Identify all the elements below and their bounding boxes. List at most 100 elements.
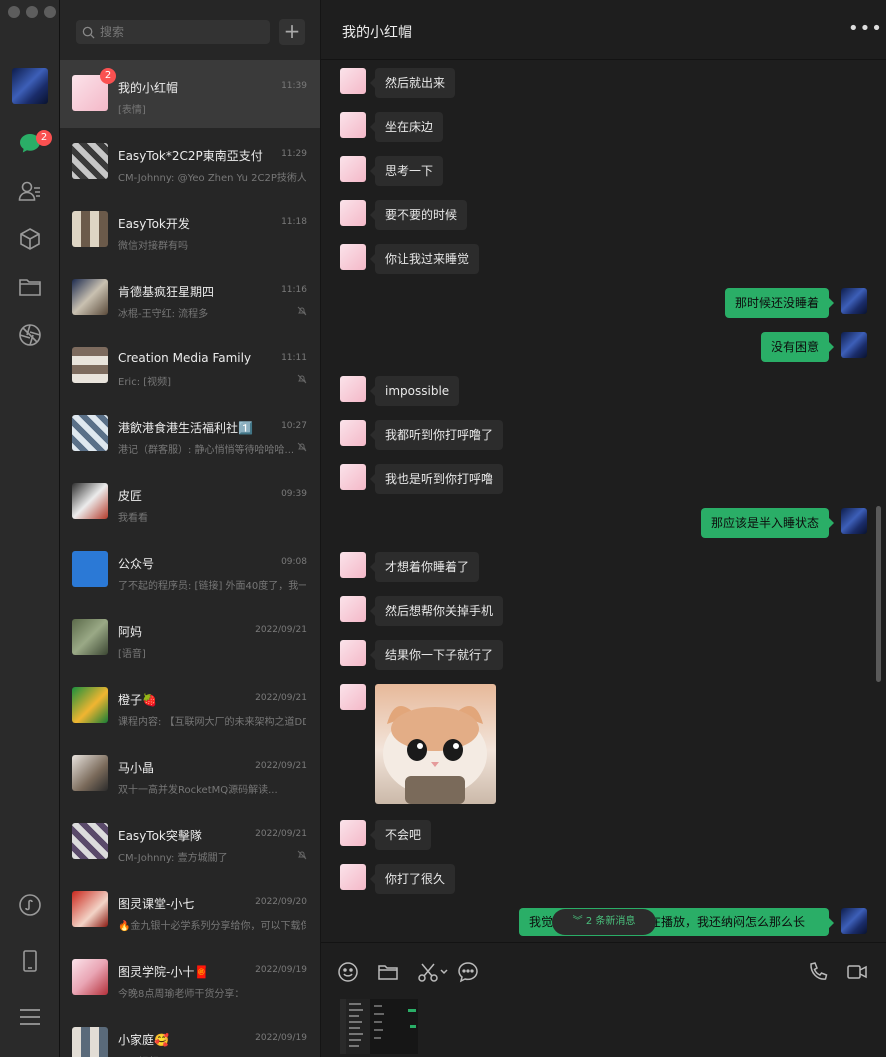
chat-list-item[interactable]: 皮匠 09:39 我看看: [60, 468, 320, 536]
emoji-button[interactable]: [337, 961, 361, 985]
favorites-nav-button[interactable]: [15, 224, 45, 254]
chat-list-item[interactable]: EasyTok*2C2P東南亞支付 11:29 CM-Johnny: @Yeo Zh…: [60, 128, 320, 196]
chat-title: 我的小红帽: [342, 25, 412, 41]
minimize-window-button[interactable]: [26, 6, 38, 18]
received-message[interactable]: 我也是听到你打呼噜: [369, 464, 504, 494]
search-input[interactable]: [100, 25, 260, 39]
chat-avatar: [72, 1027, 108, 1057]
files-nav-button[interactable]: [15, 272, 45, 302]
screenshot-thumbnail-image: [340, 999, 418, 1054]
add-chat-button[interactable]: +: [279, 19, 305, 45]
received-message[interactable]: 然后就出来: [369, 68, 456, 98]
chat-list-item[interactable]: 阿妈 2022/09/21 [语音]: [60, 604, 320, 672]
sent-message[interactable]: 那时候还没睡着: [724, 288, 835, 318]
my-avatar[interactable]: [841, 332, 867, 358]
contact-avatar[interactable]: [340, 200, 366, 226]
chat-time: 11:16: [281, 285, 307, 295]
chat-history-button[interactable]: [457, 961, 481, 985]
received-message[interactable]: 我都听到你打呼噜了: [369, 420, 504, 450]
chat-list-item[interactable]: 2 我的小红帽 11:39 [表情]: [60, 60, 320, 128]
sent-message[interactable]: 那应该是半入睡状态: [700, 508, 835, 538]
menu-icon: [20, 1009, 40, 1025]
chat-name: 港飲港食港生活福利社1️⃣: [118, 421, 253, 435]
message-list[interactable]: 然后就出来坐在床边思考一下要不要的时候 你让我过来睡觉那时候还没睡着没有困意 imp…: [321, 60, 886, 942]
received-message[interactable]: 然后想帮你关掉手机: [369, 596, 504, 626]
voice-call-icon: [810, 962, 828, 980]
chat-list-item[interactable]: 图灵学院-小十🧧 2022/09/19 今晚8点周瑜老师干货分享：: [60, 944, 320, 1012]
received-message[interactable]: 思考一下: [369, 156, 444, 186]
maximize-window-button[interactable]: [44, 6, 56, 18]
contact-avatar[interactable]: [340, 596, 366, 622]
chat-time: 2022/09/21: [255, 829, 307, 839]
contact-avatar[interactable]: [340, 552, 366, 578]
menu-nav-button[interactable]: [15, 1002, 45, 1032]
more-options-icon[interactable]: •••: [848, 20, 882, 40]
contact-avatar[interactable]: [340, 244, 366, 270]
received-message[interactable]: 坐在床边: [369, 112, 444, 142]
send-file-button[interactable]: [377, 961, 401, 985]
files-icon: [19, 279, 41, 296]
my-avatar[interactable]: [12, 68, 48, 104]
chat-list-item[interactable]: 橙子🍓 2022/09/21 课程内容: 【互联网大厂的未来架构之道DD...: [60, 672, 320, 740]
chat-list-item[interactable]: 港飲港食港生活福利社1️⃣ 10:27 港记（群客服）: 静心悄悄等待哈哈哈...: [60, 400, 320, 468]
contact-avatar[interactable]: [340, 112, 366, 138]
sent-message[interactable]: 没有困意: [760, 332, 835, 362]
new-messages-pill[interactable]: ︾ 2 条新消息: [552, 909, 656, 935]
chat-avatar: [72, 415, 108, 451]
search-box[interactable]: [76, 20, 270, 44]
chat-avatar: [72, 619, 108, 655]
contact-avatar[interactable]: [340, 820, 366, 846]
contact-avatar[interactable]: [340, 684, 366, 710]
chat-list-item[interactable]: EasyTok开发 11:18 微信对接群有吗: [60, 196, 320, 264]
screenshot-button[interactable]: [417, 961, 451, 985]
chat-preview: 王: [视频]: [118, 1053, 306, 1057]
my-avatar[interactable]: [841, 508, 867, 534]
voice-call-button[interactable]: [807, 961, 831, 985]
contact-avatar[interactable]: [340, 156, 366, 182]
contact-avatar[interactable]: [340, 68, 366, 94]
my-avatar[interactable]: [841, 288, 867, 314]
chat-time: 11:39: [281, 81, 307, 91]
contact-avatar[interactable]: [340, 376, 366, 402]
received-message[interactable]: 结果你一下子就行了: [369, 640, 504, 670]
cat-sticker-image[interactable]: [375, 684, 496, 804]
chat-preview: CM-Johnny: 壹方城關了: [118, 853, 228, 864]
scrollbar[interactable]: [876, 506, 881, 682]
contacts-nav-button[interactable]: [15, 176, 45, 206]
chat-time: 2022/09/21: [255, 761, 307, 771]
received-message[interactable]: 不会吧: [369, 820, 432, 850]
chat-list-item[interactable]: 马小晶 2022/09/21 双十一高并发RocketMQ源码解读...: [60, 740, 320, 808]
mini-programs-nav-button[interactable]: [15, 890, 45, 920]
moments-nav-button[interactable]: [15, 320, 45, 350]
chat-avatar: [72, 143, 108, 179]
contact-avatar[interactable]: [340, 464, 366, 490]
received-message[interactable]: 你打了很久: [369, 864, 456, 894]
contact-avatar[interactable]: [340, 640, 366, 666]
received-message[interactable]: 要不要的时候: [369, 200, 468, 230]
video-call-icon: [847, 965, 867, 979]
unread-badge: 2: [100, 68, 116, 84]
chat-list-item[interactable]: 公众号 09:08 了不起的程序员: [链接] 外面40度了，我一...: [60, 536, 320, 604]
received-message[interactable]: 才想着你睡着了: [369, 552, 480, 582]
chat-avatar: [72, 347, 108, 383]
chat-list-item[interactable]: Creation Media Family 11:11 Eric: [视频]: [60, 332, 320, 400]
chat-list-item[interactable]: EasyTok突擊隊 2022/09/21 CM-Johnny: 壹方城關了: [60, 808, 320, 876]
favorites-icon: [20, 228, 40, 250]
chat-avatar: [72, 483, 108, 519]
video-call-button[interactable]: [846, 961, 870, 985]
chat-list-item[interactable]: 图灵课堂-小七 2022/09/20 🔥金九银十必学系列分享给你，可以下载保...: [60, 876, 320, 944]
chat-name: 马小晶: [118, 761, 155, 775]
received-message[interactable]: impossible: [369, 376, 460, 406]
chat-list-item[interactable]: 肯德基疯狂星期四 11:16 冰棍-王守红: 流程多: [60, 264, 320, 332]
chat-list-panel: + 2我的小红帽 11:39 [表情] EasyTok*2C2P東南亞支付 11:29 C…: [60, 0, 321, 1057]
chat-time: 09:08: [281, 557, 307, 567]
chat-list-item[interactable]: 小家庭🥰 2022/09/19 王: [视频]: [60, 1012, 320, 1057]
contact-avatar[interactable]: [340, 864, 366, 890]
phone-nav-button[interactable]: [15, 946, 45, 976]
contact-avatar[interactable]: [340, 420, 366, 446]
my-avatar[interactable]: [841, 908, 867, 934]
chat-preview: 微信对接群有吗: [118, 241, 188, 252]
pasted-screenshot-thumbnail[interactable]: [340, 999, 418, 1054]
received-message[interactable]: 你让我过来睡觉: [369, 244, 480, 274]
close-window-button[interactable]: [8, 6, 20, 18]
